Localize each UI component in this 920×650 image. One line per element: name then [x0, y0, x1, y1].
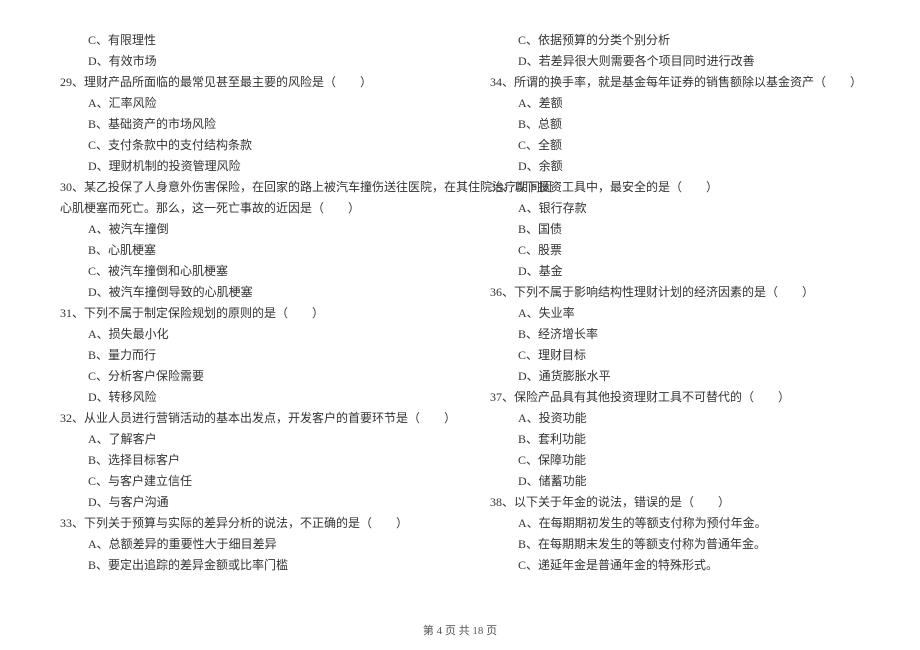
option-text: B、量力而行 — [88, 345, 430, 366]
option-text: D、余额 — [518, 156, 890, 177]
option-text: D、与客户沟通 — [88, 492, 430, 513]
question-stem: 30、某乙投保了人身意外伤害保险，在回家的路上被汽车撞伤送往医院，在其住院治疗期… — [60, 177, 430, 198]
option-text: A、在每期期初发生的等额支付称为预付年金。 — [518, 513, 890, 534]
option-text: B、心肌梗塞 — [88, 240, 430, 261]
option-text: B、基础资产的市场风险 — [88, 114, 430, 135]
option-text: A、损失最小化 — [88, 324, 430, 345]
option-text: B、总额 — [518, 114, 890, 135]
option-text: C、递延年金是普通年金的特殊形式。 — [518, 555, 890, 576]
option-text: A、失业率 — [518, 303, 890, 324]
option-text: A、银行存款 — [518, 198, 890, 219]
option-text: C、依据预算的分类个别分析 — [518, 30, 890, 51]
question-stem-continued: 心肌梗塞而死亡。那么，这一死亡事故的近因是（ ） — [60, 198, 430, 219]
option-text: D、若差异很大则需要各个项目同时进行改善 — [518, 51, 890, 72]
option-text: D、通货膨胀水平 — [518, 366, 890, 387]
option-text: A、差额 — [518, 93, 890, 114]
option-text: A、投资功能 — [518, 408, 890, 429]
option-text: C、支付条款中的支付结构条款 — [88, 135, 430, 156]
option-text: C、保障功能 — [518, 450, 890, 471]
option-text: D、被汽车撞倒导致的心肌梗塞 — [88, 282, 430, 303]
right-column: C、依据预算的分类个别分析 D、若差异很大则需要各个项目同时进行改善 34、所谓… — [460, 30, 920, 610]
question-stem: 32、从业人员进行营销活动的基本出发点，开发客户的首要环节是（ ） — [60, 408, 430, 429]
question-stem: 36、下列不属于影响结构性理财计划的经济因素的是（ ） — [490, 282, 890, 303]
option-text: C、理财目标 — [518, 345, 890, 366]
option-text: C、股票 — [518, 240, 890, 261]
option-text: B、国债 — [518, 219, 890, 240]
option-text: B、在每期期末发生的等额支付称为普通年金。 — [518, 534, 890, 555]
left-column: C、有限理性 D、有效市场 29、理财产品所面临的最常见甚至最主要的风险是（ ）… — [0, 30, 460, 610]
question-stem: 34、所谓的换手率，就是基金每年证券的销售额除以基金资产（ ） — [490, 72, 890, 93]
option-text: C、分析客户保险需要 — [88, 366, 430, 387]
option-text: A、了解客户 — [88, 429, 430, 450]
option-text: D、转移风险 — [88, 387, 430, 408]
option-text: B、经济增长率 — [518, 324, 890, 345]
option-text: D、基金 — [518, 261, 890, 282]
question-stem: 35、以下投资工具中，最安全的是（ ） — [490, 177, 890, 198]
question-stem: 33、下列关于预算与实际的差异分析的说法，不正确的是（ ） — [60, 513, 430, 534]
question-stem: 37、保险产品具有其他投资理财工具不可替代的（ ） — [490, 387, 890, 408]
option-text: C、有限理性 — [88, 30, 430, 51]
question-stem: 31、下列不属于制定保险规划的原则的是（ ） — [60, 303, 430, 324]
option-text: D、储蓄功能 — [518, 471, 890, 492]
option-text: B、选择目标客户 — [88, 450, 430, 471]
question-stem: 29、理财产品所面临的最常见甚至最主要的风险是（ ） — [60, 72, 430, 93]
option-text: C、全额 — [518, 135, 890, 156]
option-text: A、总额差异的重要性大于细目差异 — [88, 534, 430, 555]
option-text: B、要定出追踪的差异金额或比率门槛 — [88, 555, 430, 576]
option-text: C、与客户建立信任 — [88, 471, 430, 492]
option-text: A、被汽车撞倒 — [88, 219, 430, 240]
option-text: C、被汽车撞倒和心肌梗塞 — [88, 261, 430, 282]
question-stem: 38、以下关于年金的说法，错误的是（ ） — [490, 492, 890, 513]
option-text: D、理财机制的投资管理风险 — [88, 156, 430, 177]
content-columns: C、有限理性 D、有效市场 29、理财产品所面临的最常见甚至最主要的风险是（ ）… — [0, 30, 920, 610]
option-text: A、汇率风险 — [88, 93, 430, 114]
option-text: B、套利功能 — [518, 429, 890, 450]
page-footer: 第 4 页 共 18 页 — [0, 622, 920, 638]
option-text: D、有效市场 — [88, 51, 430, 72]
